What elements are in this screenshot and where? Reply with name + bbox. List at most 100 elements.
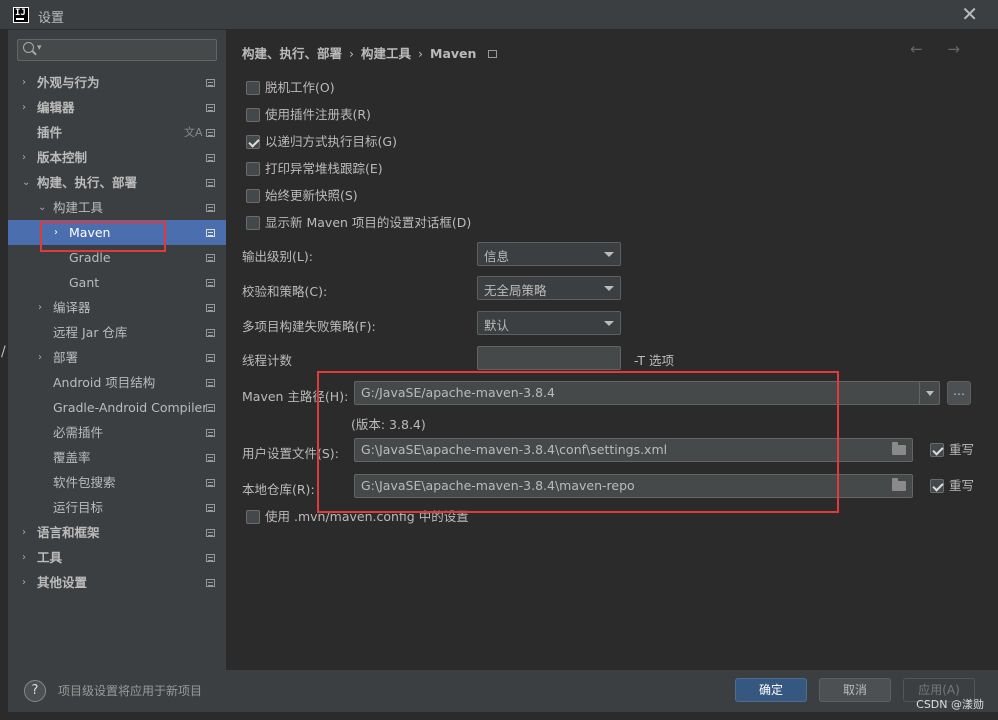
- breadcrumb-part[interactable]: 构建、执行、部署: [242, 46, 342, 61]
- breadcrumb: 构建、执行、部署 › 构建工具 › Maven: [242, 43, 498, 62]
- chevron-down-icon[interactable]: ⌄: [22, 170, 30, 195]
- project-scope-icon: [206, 129, 215, 137]
- checkbox-checked-icon: [246, 135, 260, 149]
- footer-note: 项目级设置将应用于新项目: [58, 684, 203, 698]
- sidebar-item[interactable]: › 部署: [8, 345, 226, 370]
- sidebar-item[interactable]: › 其他设置: [8, 570, 226, 595]
- breadcrumb-current: Maven: [430, 46, 477, 61]
- checksum-policy-select[interactable]: 无全局策略: [477, 276, 621, 300]
- output-level-select[interactable]: 信息: [477, 242, 621, 266]
- breadcrumb-part[interactable]: 构建工具: [361, 46, 411, 61]
- sidebar-item-label: 运行目标: [53, 500, 104, 515]
- project-scope-icon: [206, 579, 215, 587]
- sidebar-item[interactable]: Android 项目结构: [8, 370, 226, 395]
- sidebar-item[interactable]: › 版本控制: [8, 145, 226, 170]
- sidebar-item-label: 其他设置: [37, 575, 88, 590]
- sidebar-item[interactable]: Gradle: [8, 245, 226, 270]
- project-scope-icon: [206, 529, 215, 537]
- override-label: 重写: [949, 442, 975, 457]
- window-title: 设置: [38, 11, 65, 26]
- sidebar-item[interactable]: 插件 文A: [8, 120, 226, 145]
- chevron-right-icon[interactable]: ›: [54, 220, 58, 245]
- browse-maven-home-button[interactable]: ...: [947, 381, 971, 405]
- project-scope-icon: [206, 79, 215, 87]
- sidebar-item[interactable]: Gant: [8, 270, 226, 295]
- chevron-right-icon[interactable]: ›: [38, 295, 42, 320]
- settings-search-input[interactable]: [46, 40, 211, 60]
- option-label: 使用插件注册表(R): [265, 107, 371, 122]
- close-icon[interactable]: ✕: [961, 3, 978, 25]
- chevron-right-icon[interactable]: ›: [22, 95, 26, 120]
- chevron-right-icon[interactable]: ›: [22, 70, 26, 95]
- sidebar-item[interactable]: › 外观与行为: [8, 70, 226, 95]
- project-scope-icon: [206, 554, 215, 562]
- sidebar-item-label: 部署: [53, 350, 79, 365]
- maven-home-label: Maven 主路径(H):: [242, 389, 349, 404]
- chevron-right-icon[interactable]: ›: [22, 145, 26, 170]
- background-fragment: /: [1, 344, 6, 360]
- option-label: 打印异常堆栈跟踪(E): [265, 161, 383, 176]
- sidebar-item[interactable]: Gradle-Android Compiler: [8, 395, 226, 420]
- sidebar-item-label: 编辑器: [37, 100, 75, 115]
- sidebar-item-label: 插件: [37, 125, 63, 140]
- sidebar-item[interactable]: › Maven: [8, 220, 226, 245]
- chevron-down-icon[interactable]: [926, 391, 934, 396]
- thread-count-input[interactable]: [477, 346, 621, 370]
- sidebar-item[interactable]: 软件包搜索: [8, 470, 226, 495]
- chevron-down-icon[interactable]: ⌄: [38, 195, 46, 220]
- local-repo-input[interactable]: G:\JavaSE\apache-maven-3.8.4\maven-repo: [354, 474, 913, 498]
- help-icon[interactable]: ?: [24, 680, 46, 702]
- sidebar-item-label: 覆盖率: [53, 450, 91, 465]
- maven-home-value: G:/JavaSE/apache-maven-3.8.4: [361, 385, 555, 400]
- user-settings-input[interactable]: G:\JavaSE\apache-maven-3.8.4\conf\settin…: [354, 438, 913, 462]
- failure-policy-label: 多项目构建失败策略(F):: [242, 319, 376, 334]
- sidebar-item-label: Gant: [69, 275, 100, 290]
- override-label: 重写: [949, 478, 975, 493]
- sidebar-item[interactable]: 必需插件: [8, 420, 226, 445]
- sidebar-item-label: 构建、执行、部署: [37, 175, 138, 190]
- combo-divider: [919, 382, 920, 404]
- search-dropdown-icon[interactable]: ▾: [37, 43, 42, 53]
- sidebar-item-label: Android 项目结构: [53, 375, 156, 390]
- ok-button[interactable]: 确定: [735, 678, 807, 702]
- intellij-app-icon: IJ: [13, 7, 29, 23]
- translate-icon: 文A: [184, 126, 203, 139]
- sidebar-item-label: 远程 Jar 仓库: [53, 325, 128, 340]
- checkbox-icon: [246, 189, 260, 203]
- folder-icon[interactable]: [892, 478, 906, 491]
- chevron-right-icon[interactable]: ›: [22, 520, 26, 545]
- chevron-right-icon[interactable]: ›: [22, 545, 26, 570]
- background-strip: /: [0, 30, 8, 720]
- project-scope-icon: [206, 179, 215, 187]
- sidebar-item[interactable]: ⌄ 构建、执行、部署: [8, 170, 226, 195]
- sidebar-item[interactable]: ⌄ 构建工具: [8, 195, 226, 220]
- cancel-button[interactable]: 取消: [819, 678, 891, 702]
- settings-search-box[interactable]: ▾: [17, 39, 217, 61]
- project-scope-icon: [488, 50, 498, 58]
- output-level-label: 输出级别(L):: [242, 249, 313, 264]
- sidebar-item[interactable]: › 工具: [8, 545, 226, 570]
- chevron-right-icon[interactable]: ›: [38, 345, 42, 370]
- sidebar-item[interactable]: 运行目标: [8, 495, 226, 520]
- project-scope-icon: [206, 429, 215, 437]
- sidebar-item-label: 外观与行为: [37, 75, 100, 90]
- breadcrumb-separator: ›: [349, 46, 355, 61]
- project-scope-icon: [206, 229, 215, 237]
- project-scope-icon: [206, 279, 215, 287]
- chevron-right-icon[interactable]: ›: [22, 570, 26, 595]
- sidebar-item-label: 版本控制: [37, 150, 88, 165]
- sidebar-item[interactable]: 覆盖率: [8, 445, 226, 470]
- sidebar-item[interactable]: › 编辑器: [8, 95, 226, 120]
- option-label: 脱机工作(O): [265, 80, 335, 95]
- checksum-policy-value: 无全局策略: [484, 283, 547, 298]
- maven-home-combo[interactable]: G:/JavaSE/apache-maven-3.8.4: [354, 381, 940, 405]
- folder-icon[interactable]: [892, 442, 906, 455]
- sidebar-item[interactable]: 远程 Jar 仓库: [8, 320, 226, 345]
- sidebar-item[interactable]: › 编译器: [8, 295, 226, 320]
- back-forward-arrows[interactable]: ← →: [910, 40, 970, 58]
- sidebar-item[interactable]: › 语言和框架: [8, 520, 226, 545]
- failure-policy-select[interactable]: 默认: [477, 311, 621, 335]
- maven-settings-panel: 构建、执行、部署 › 构建工具 › Maven ← → 脱机工作(O) 使用插件注册表(R…: [226, 30, 998, 670]
- option-label: 显示新 Maven 项目的设置对话框(D): [265, 215, 472, 230]
- checkbox-icon: [246, 162, 260, 176]
